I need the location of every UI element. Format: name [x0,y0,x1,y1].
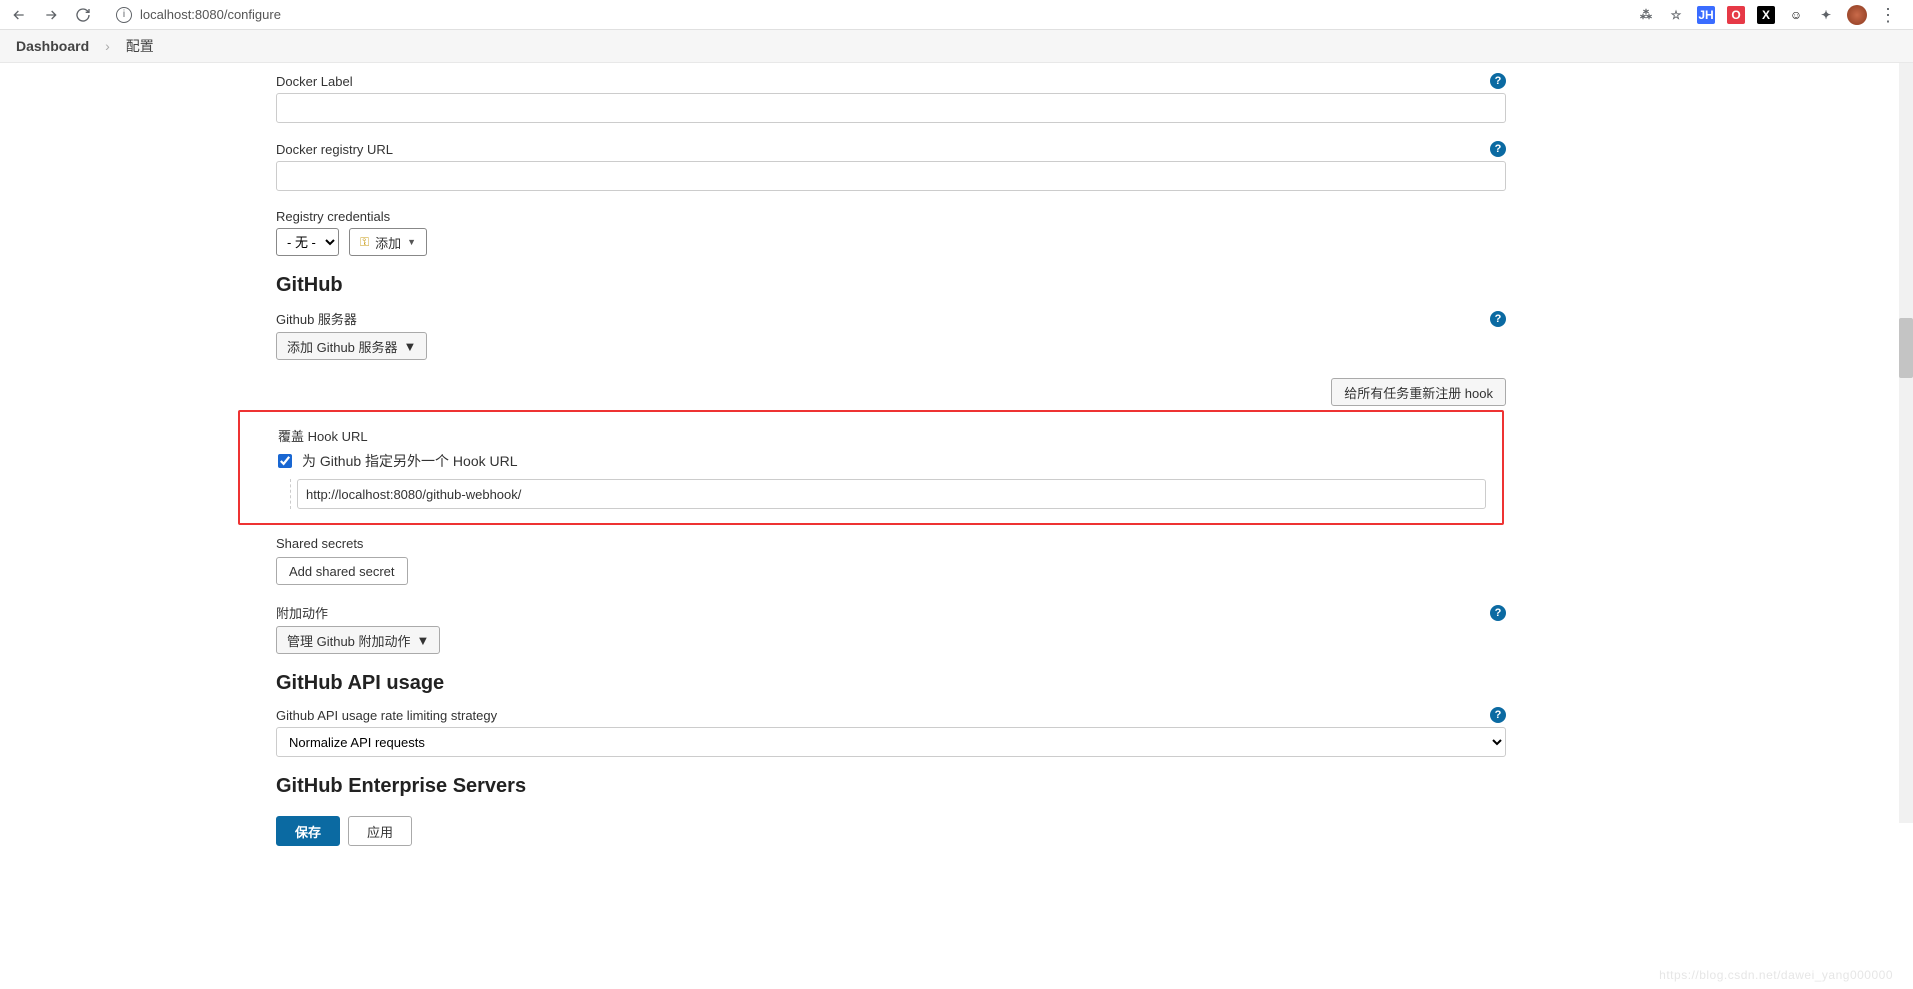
override-hook-highlight: 覆盖 Hook URL 为 Github 指定另外一个 Hook URL [238,410,1504,525]
hook-url-input[interactable] [297,479,1486,509]
docker-label-label: Docker Label [276,74,353,89]
field-extra-actions: 附加动作 ? 管理 Github 附加动作 ▼ [276,603,1506,654]
field-registry-credentials: Registry credentials - 无 - ⚿ 添加 ▼ [276,209,1506,256]
section-heading-github: GitHub [276,274,1506,297]
github-servers-label: Github 服务器 [276,309,357,328]
field-shared-secrets: Shared secrets Add shared secret [276,535,1506,585]
manage-github-actions-label: 管理 Github 附加动作 [287,631,411,650]
registry-credentials-label: Registry credentials [276,209,390,224]
extra-actions-label: 附加动作 [276,603,328,622]
add-credentials-label: 添加 [375,233,401,252]
extension-jh-icon[interactable]: JH [1697,6,1715,24]
add-github-server-label: 添加 Github 服务器 [287,337,398,356]
avatar[interactable] [1847,5,1867,25]
help-icon[interactable]: ? [1490,73,1506,89]
caret-down-icon: ▼ [417,633,430,648]
help-icon[interactable]: ? [1490,311,1506,327]
breadcrumb-current: 配置 [126,36,154,56]
apply-button[interactable]: 应用 [348,816,412,846]
site-info-icon[interactable]: i [116,7,132,23]
help-icon[interactable]: ? [1490,141,1506,157]
caret-down-icon: ▼ [404,339,417,354]
save-button[interactable]: 保存 [276,816,340,846]
reload-icon[interactable] [74,6,92,24]
field-api-strategy: Github API usage rate limiting strategy … [276,707,1506,757]
api-strategy-label: Github API usage rate limiting strategy [276,708,497,723]
add-shared-secret-button[interactable]: Add shared secret [276,557,408,585]
back-icon[interactable] [10,6,28,24]
manage-github-actions-button[interactable]: 管理 Github 附加动作 ▼ [276,626,440,654]
scrollbar-thumb[interactable] [1899,318,1913,378]
add-credentials-button[interactable]: ⚿ 添加 ▼ [349,228,427,256]
field-docker-registry-url: Docker registry URL ? [276,141,1506,191]
docker-registry-url-input[interactable] [276,161,1506,191]
override-hook-checkbox[interactable] [278,454,292,468]
translate-icon[interactable]: ⁂ [1637,6,1655,24]
help-icon[interactable]: ? [1490,707,1506,723]
browser-toolbar: i localhost:8080/configure ⁂ ☆ JH O X ☺ … [0,0,1913,30]
field-github-servers: Github 服务器 ? 添加 Github 服务器 ▼ [276,309,1506,360]
add-github-server-button[interactable]: 添加 Github 服务器 ▼ [276,332,427,360]
chevron-right-icon: › [105,38,110,54]
section-heading-api-usage: GitHub API usage [276,672,1506,695]
key-icon: ⚿ [360,235,369,250]
section-heading-enterprise: GitHub Enterprise Servers [276,775,1506,798]
footer-buttons: 保存 应用 [276,816,1506,846]
field-docker-label: Docker Label ? [276,73,1506,123]
extension-o-icon[interactable]: O [1727,6,1745,24]
url-text: localhost:8080/configure [140,7,281,22]
forward-icon[interactable] [42,6,60,24]
shared-secrets-label: Shared secrets [276,536,363,551]
breadcrumb: Dashboard › 配置 [0,30,1913,63]
docker-label-input[interactable] [276,93,1506,123]
caret-down-icon: ▼ [407,237,416,247]
reregister-hooks-button[interactable]: 给所有任务重新注册 hook [1331,378,1506,406]
menu-icon[interactable]: ⋮ [1879,6,1897,24]
extensions-area: ⁂ ☆ JH O X ☺ ✦ ⋮ [1637,5,1903,25]
watermark: https://blog.csdn.net/dawei_yang000000 [1659,968,1893,982]
scrollbar[interactable] [1899,63,1913,823]
extension-person-icon[interactable]: ☺ [1787,6,1805,24]
address-bar[interactable]: i localhost:8080/configure [116,7,1623,23]
override-hook-checkbox-label: 为 Github 指定另外一个 Hook URL [302,451,518,471]
help-icon[interactable]: ? [1490,605,1506,621]
main-content: Docker Label ? Docker registry URL ? Reg… [276,63,1506,846]
extension-x-icon[interactable]: X [1757,6,1775,24]
star-icon[interactable]: ☆ [1667,6,1685,24]
docker-registry-url-label: Docker registry URL [276,142,393,157]
api-strategy-select[interactable]: Normalize API requests [276,727,1506,757]
credentials-select[interactable]: - 无 - [276,228,339,256]
puzzle-icon[interactable]: ✦ [1817,6,1835,24]
breadcrumb-dashboard[interactable]: Dashboard [16,38,89,54]
override-hook-label: 覆盖 Hook URL [278,429,368,444]
